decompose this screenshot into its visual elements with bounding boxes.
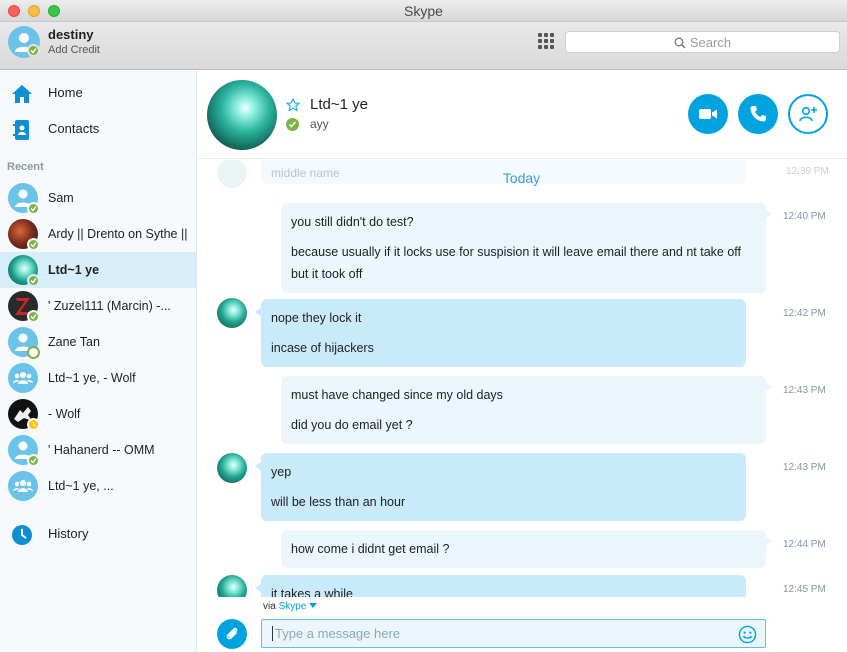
message-text: because usually if it locks use for susp… — [291, 245, 741, 281]
message-timestamp: 12:40 PM — [783, 211, 826, 222]
contact-online-status-icon — [286, 118, 299, 131]
recent-item-name: - Wolf — [48, 407, 81, 421]
contact-avatar[interactable] — [207, 80, 277, 150]
recent-item-name: Sam — [48, 191, 74, 205]
window-title: Skype — [404, 3, 443, 19]
online-status-icon — [27, 454, 40, 467]
favorite-star-icon[interactable] — [286, 98, 300, 112]
add-person-icon — [799, 106, 817, 122]
message-bubble-incoming[interactable]: it takes a while — [255, 575, 746, 597]
message-timestamp: 12:43 PM — [783, 385, 826, 396]
recent-item-hahanerd[interactable]: ' Hahanerd -- OMM — [0, 432, 196, 468]
recent-item-sam[interactable]: Sam — [0, 180, 196, 216]
recent-item-zuzel[interactable]: ' Zuzel111 (Marcin) -... — [0, 288, 196, 324]
message-bubble-outgoing[interactable]: how come i didnt get email ? — [281, 530, 772, 568]
nav-history[interactable]: History — [0, 516, 196, 552]
recent-item-ltd[interactable]: Ltd~1 ye — [0, 252, 196, 288]
recent-item-ardy[interactable]: Ardy || Drento on Sythe || — [0, 216, 196, 252]
group-avatar-icon — [8, 471, 38, 501]
message-bubble-outgoing[interactable]: must have changed since my old days did … — [281, 376, 772, 444]
message-text: how come i didnt get email ? — [291, 542, 450, 556]
message-text: must have changed since my old days — [291, 388, 503, 402]
recent-item-group-wolf[interactable]: Ltd~1 ye, - Wolf — [0, 360, 196, 396]
online-status-icon — [27, 202, 40, 215]
message-timestamp: 12:43 PM — [783, 462, 826, 473]
message-list[interactable]: middle name 12:39 PM Today you still did… — [198, 160, 847, 597]
contacts-book-icon — [13, 120, 29, 140]
message-text: nope they lock it — [271, 311, 362, 325]
dialpad-icon[interactable] — [538, 33, 554, 49]
contact-mood-message: ayy — [310, 117, 329, 131]
phone-icon — [750, 106, 766, 122]
search-placeholder: Search — [689, 35, 732, 50]
recent-item-name: Ardy || Drento on Sythe || — [48, 227, 188, 241]
recent-item-name: ' Hahanerd -- OMM — [48, 443, 155, 457]
message-text: you still didn't do test? — [291, 215, 414, 229]
conversation-pane: Ltd~1 ye ayy middle name 12:39 PM Today … — [198, 71, 847, 652]
add-participant-button[interactable] — [788, 94, 828, 134]
message-text: yep — [271, 465, 292, 479]
message-bubble-outgoing[interactable]: you still didn't do test? because usuall… — [281, 203, 772, 293]
offline-status-icon — [27, 346, 40, 359]
top-bar: destiny Add Credit Search — [0, 22, 847, 70]
nav-home-label: Home — [48, 85, 83, 100]
audio-call-button[interactable] — [738, 94, 778, 134]
recent-item-wolf[interactable]: - Wolf — [0, 396, 196, 432]
add-credit-link[interactable]: Add Credit — [48, 44, 100, 56]
recent-item-name: Zane Tan — [48, 335, 100, 349]
conversation-header: Ltd~1 ye ayy — [198, 71, 847, 159]
message-timestamp: 12:45 PM — [783, 584, 826, 595]
avatar — [217, 453, 247, 483]
online-status-icon — [27, 238, 40, 251]
via-service-name[interactable]: Skype — [279, 601, 307, 612]
nav-home[interactable]: Home — [0, 75, 196, 111]
message-text: it takes a while — [271, 587, 353, 597]
recent-item-name: ' Zuzel111 (Marcin) -... — [48, 299, 171, 313]
recent-item-group-ltd[interactable]: Ltd~1 ye, ... — [0, 468, 196, 504]
nav-history-label: History — [48, 526, 89, 541]
group-avatar-icon — [8, 363, 38, 393]
message-timestamp: 12:44 PM — [783, 539, 826, 550]
online-status-icon — [27, 310, 40, 323]
avatar — [217, 298, 247, 328]
video-call-button[interactable] — [688, 94, 728, 134]
away-status-icon — [27, 418, 40, 431]
avatar — [217, 575, 247, 597]
sidebar: Home Contacts Recent Sam Ardy || Drento … — [0, 71, 197, 652]
message-bubble-incoming[interactable]: yep will be less than an hour — [255, 453, 746, 521]
message-timestamp: 12:42 PM — [783, 308, 826, 319]
contact-name[interactable]: Ltd~1 ye — [310, 96, 368, 113]
paperclip-icon — [226, 627, 238, 640]
message-bubble-incoming[interactable]: nope they lock it incase of hijackers — [255, 299, 746, 367]
my-name[interactable]: destiny — [48, 27, 94, 42]
message-input-placeholder: Type a message here — [272, 626, 400, 641]
message-input[interactable]: Type a message here — [261, 619, 766, 648]
recent-item-name: Ltd~1 ye — [48, 263, 100, 277]
recent-item-name: Ltd~1 ye, ... — [48, 479, 114, 493]
recent-item-name: Ltd~1 ye, - Wolf — [48, 371, 136, 385]
search-icon — [674, 37, 686, 49]
emoticon-icon[interactable] — [738, 625, 757, 644]
nav-contacts[interactable]: Contacts — [0, 111, 196, 147]
clock-icon — [12, 525, 32, 545]
nav-contacts-label: Contacts — [48, 121, 100, 136]
chevron-down-icon[interactable] — [309, 603, 318, 609]
recent-item-zane-tan[interactable]: Zane Tan — [0, 324, 196, 360]
message-text: did you do email yet ? — [291, 418, 413, 432]
window-titlebar: Skype — [0, 0, 847, 22]
video-camera-icon — [699, 109, 717, 119]
online-status-icon — [27, 274, 40, 287]
message-text: will be less than an hour — [271, 495, 406, 509]
home-icon — [12, 85, 32, 103]
recent-heading: Recent — [7, 161, 44, 173]
my-status-online-icon — [27, 44, 40, 57]
via-prefix: via — [263, 601, 276, 612]
day-divider: Today — [502, 170, 541, 186]
attach-file-button[interactable] — [217, 619, 247, 649]
via-service-selector[interactable]: via Skype — [263, 601, 318, 612]
search-input[interactable]: Search — [565, 31, 840, 53]
message-text: incase of hijackers — [271, 341, 374, 355]
